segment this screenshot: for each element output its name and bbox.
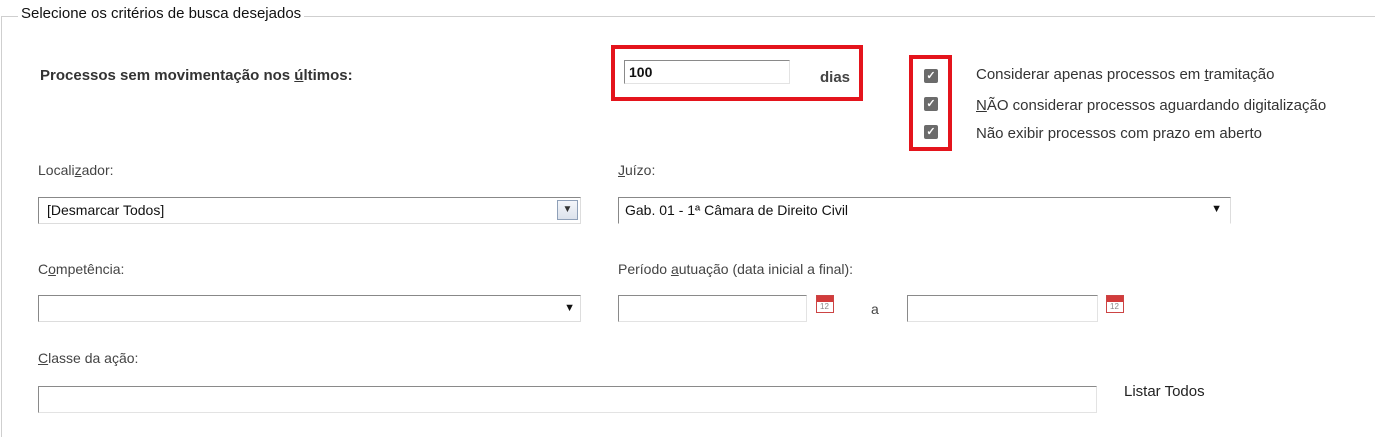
periodo-separator: a [871, 301, 879, 317]
digitalizacao-checkbox-label[interactable]: NÃO considerar processos aguardando digi… [976, 97, 1326, 114]
fieldset-legend: Selecione os critérios de busca desejado… [18, 5, 305, 22]
dias-label: dias [820, 69, 851, 86]
calendar-icon[interactable]: 12 [1106, 295, 1124, 313]
periodo-data-final-input[interactable] [907, 295, 1098, 322]
label-text: uízo: [625, 162, 656, 178]
label-text: Não exibir processos com prazo em aberto [976, 125, 1262, 142]
label-text: ador: [81, 162, 114, 178]
label-text: mpetência: [55, 261, 125, 277]
tramitacao-checkbox-label[interactable]: Considerar apenas processos em tramitaçã… [976, 66, 1274, 83]
label-accesskey: N [976, 97, 987, 114]
label-accesskey: C [38, 350, 49, 366]
localizador-select[interactable]: [Desmarcar Todos] ▼ [38, 197, 581, 224]
label-text: utuação (data inicial a final): [678, 261, 854, 277]
label-accesskey: J [618, 162, 625, 178]
checkmark-icon: ✓ [926, 126, 936, 138]
label-accesskey: z [74, 162, 82, 178]
juizo-select[interactable]: Gab. 01 - 1ª Câmara de Direito Civil ▼ [618, 197, 1231, 224]
label-text: Processos sem movimentação nos [40, 67, 295, 84]
calendar-icon[interactable]: 12 [816, 295, 834, 313]
chevron-down-icon: ▼ [564, 302, 575, 314]
listar-todos-link[interactable]: Listar Todos [1124, 383, 1205, 400]
prazo-aberto-checkbox[interactable]: ✓ [924, 125, 938, 139]
classe-input[interactable] [38, 386, 1097, 413]
classe-label: Classe da ação: [38, 350, 138, 366]
localizador-label: Localizador: [38, 162, 114, 178]
label-text: C [38, 261, 49, 277]
label-text: lasse da ação: [48, 350, 139, 366]
prazo-aberto-checkbox-label[interactable]: Não exibir processos com prazo em aberto [976, 125, 1262, 142]
localizador-value: [Desmarcar Todos] [47, 202, 165, 218]
dias-input[interactable]: 100 [624, 60, 790, 84]
digitalizacao-checkbox[interactable]: ✓ [924, 97, 938, 111]
competencia-select[interactable]: ▼ [38, 295, 581, 322]
juizo-label: Juízo: [618, 162, 655, 178]
checkmark-icon: ✓ [926, 98, 936, 110]
label-text: Considerar apenas processos em [976, 66, 1205, 83]
label-accesskey: a [670, 261, 679, 277]
competencia-label: Competência: [38, 261, 124, 277]
chevron-down-icon: ▼ [1211, 203, 1222, 215]
label-text: ltimos: [303, 67, 353, 84]
label-text: ramitação [1208, 66, 1275, 83]
label-text: Período [618, 261, 671, 277]
checkmark-icon: ✓ [926, 70, 936, 82]
tramitacao-checkbox[interactable]: ✓ [924, 69, 938, 83]
label-accesskey: o [48, 261, 56, 277]
chevron-down-icon[interactable]: ▼ [557, 200, 578, 220]
label-text: ÃO considerar processos aguardando digit… [986, 97, 1327, 114]
label-text: Locali [38, 162, 75, 178]
periodo-label: Período autuação (data inicial a final): [618, 261, 853, 277]
juizo-value: Gab. 01 - 1ª Câmara de Direito Civil [625, 202, 849, 218]
processos-sem-movimentacao-label: Processos sem movimentação nos últimos: [40, 67, 353, 84]
periodo-data-inicial-input[interactable] [618, 295, 807, 322]
